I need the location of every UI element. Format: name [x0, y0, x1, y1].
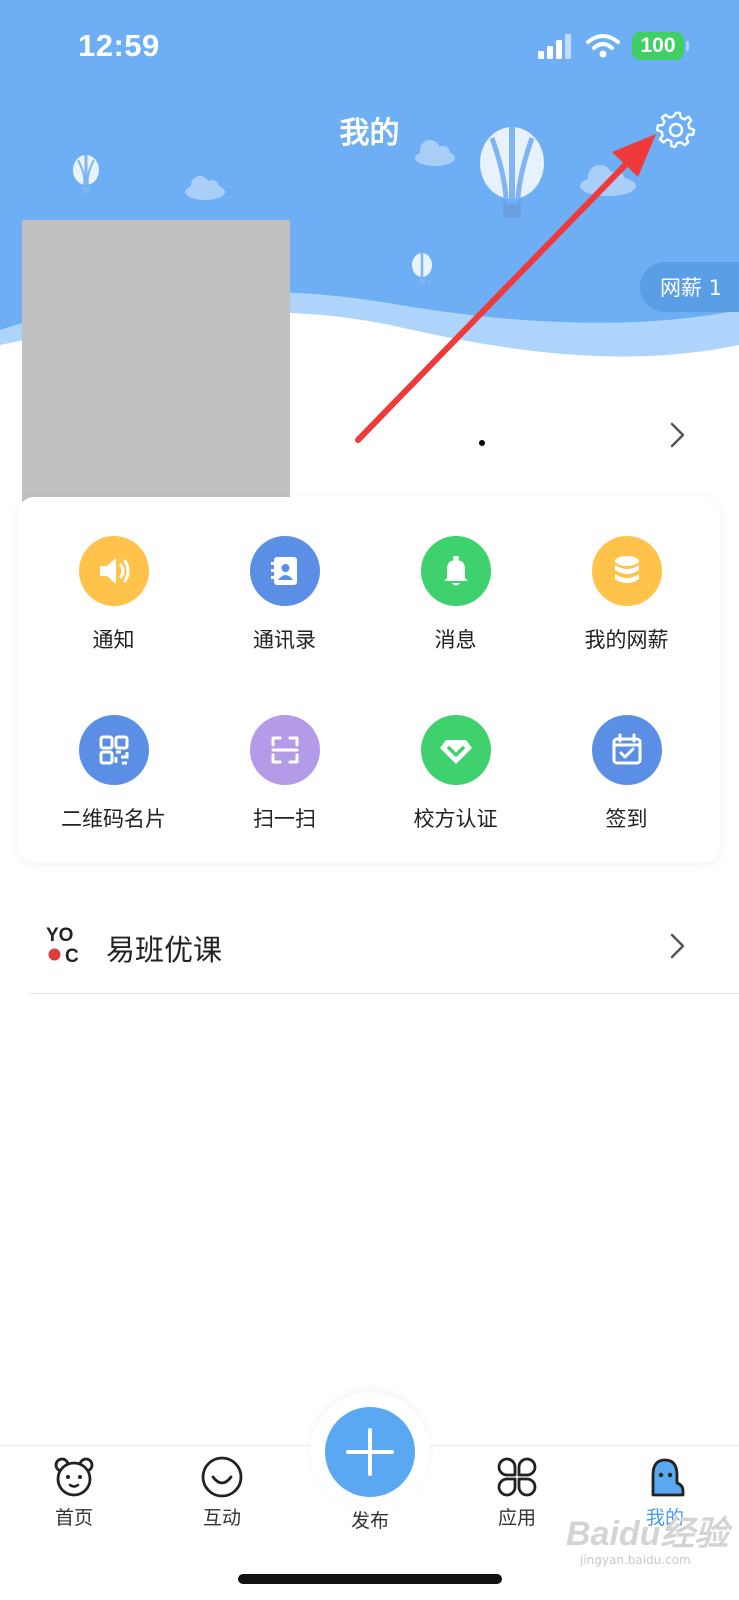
menu-label: 消息: [434, 628, 477, 652]
gear-icon[interactable]: [656, 110, 696, 150]
wifi-icon: [586, 34, 620, 58]
menu-label: 二维码名片: [61, 807, 166, 831]
tab-label-publish[interactable]: 发布: [320, 1506, 420, 1533]
avatar-placeholder[interactable]: [22, 220, 290, 507]
watermark-sub: jingyan.baidu.com: [580, 1553, 691, 1567]
settings-button[interactable]: [654, 108, 698, 152]
menu-item-messages[interactable]: 消息: [370, 536, 541, 654]
status-time: 12:59: [78, 28, 160, 63]
tab-interact[interactable]: 互动: [167, 1455, 277, 1530]
menu-label: 我的网薪: [584, 628, 669, 652]
tab-label: 应用: [497, 1507, 536, 1529]
bell-icon: [420, 536, 491, 606]
menu-grid-card: 通知 通讯录 消息 我的网薪 二维码名片 扫一扫 校方认证 签到: [18, 497, 720, 862]
coin-stack-icon: [591, 536, 662, 606]
menu-item-checkin[interactable]: 签到: [541, 715, 712, 833]
menu-label: 签到: [605, 807, 648, 831]
home-indicator[interactable]: [238, 1574, 502, 1584]
yoc-logo-bottom: C: [65, 946, 79, 967]
watermark-main: Baidu经验: [566, 1515, 729, 1553]
speaker-icon: [78, 536, 149, 606]
yoc-logo-icon: YO C: [46, 926, 82, 968]
tab-home[interactable]: 首页: [19, 1455, 129, 1530]
menu-label: 扫一扫: [253, 807, 316, 831]
menu-item-notice[interactable]: 通知: [28, 536, 199, 654]
calendar-check-icon: [591, 715, 662, 785]
tab-label: 首页: [54, 1507, 93, 1529]
menu-item-my-coins[interactable]: 我的网薪: [541, 536, 712, 654]
menu-item-school-auth[interactable]: 校方认证: [370, 715, 541, 833]
battery-indicator: 100: [632, 32, 689, 60]
bear-face-icon: [52, 1455, 96, 1499]
scan-icon: [249, 715, 320, 785]
menu-item-qr-card[interactable]: 二维码名片: [28, 715, 199, 833]
clover-grid-icon: [495, 1455, 539, 1499]
coin-balance-pill[interactable]: 网薪 1: [640, 262, 739, 312]
menu-item-contacts[interactable]: 通讯录: [199, 536, 370, 654]
baidu-watermark: Baidu经验 jingyan.baidu.com: [566, 1506, 729, 1567]
tab-apps[interactable]: 应用: [462, 1455, 572, 1530]
menu-label: 校方认证: [413, 807, 498, 831]
menu-item-scan[interactable]: 扫一扫: [199, 715, 370, 833]
tab-label: 互动: [202, 1507, 241, 1529]
yoc-logo-top: YO: [46, 925, 74, 946]
course-label: 易班优课: [106, 933, 223, 967]
status-icons: 100: [538, 32, 689, 60]
diamond-check-icon: [420, 715, 491, 785]
smile-face-icon: [200, 1455, 244, 1499]
profile-name-dot: [479, 440, 485, 446]
publish-button[interactable]: [325, 1407, 415, 1497]
chevron-right-icon: [670, 933, 685, 959]
plus-icon: [346, 1428, 394, 1476]
signal-icon: [538, 34, 571, 59]
contacts-book-icon: [249, 536, 320, 606]
person-blob-icon: [643, 1455, 687, 1499]
page-title: 我的: [339, 116, 400, 151]
profile-chevron-right-icon[interactable]: [666, 420, 690, 450]
course-row-yoc[interactable]: YO C 易班优课: [30, 916, 739, 994]
menu-label: 通知: [92, 628, 135, 652]
qr-code-icon: [78, 715, 149, 785]
menu-label: 通讯录: [253, 628, 316, 652]
